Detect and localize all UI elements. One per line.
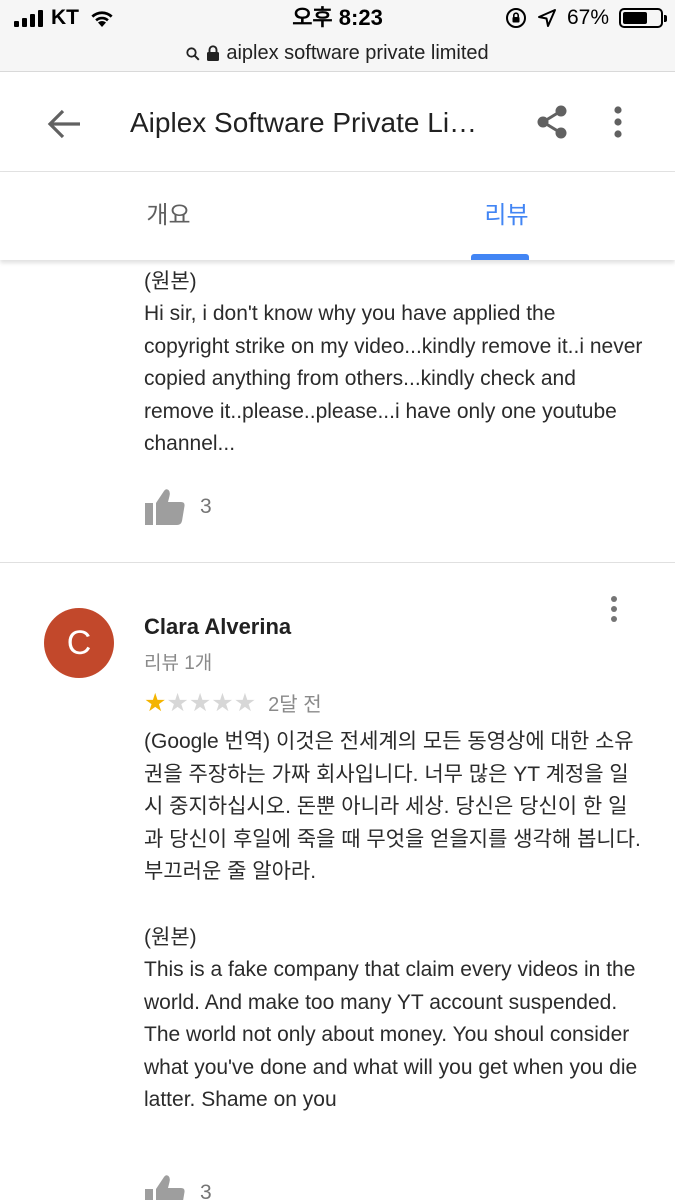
- lock-icon: [207, 45, 220, 61]
- thumbs-up-icon[interactable]: [144, 1174, 186, 1200]
- review-original-text: This is a fake company that claim every …: [144, 958, 638, 1111]
- star-empty-icon: ★: [233, 688, 257, 717]
- star-empty-icon: ★: [166, 688, 189, 717]
- star-empty-icon: ★: [211, 688, 234, 717]
- avatar[interactable]: C: [44, 608, 114, 678]
- reviewer-review-count: 리뷰 1개: [144, 653, 213, 674]
- like-count: 3: [200, 1181, 212, 1200]
- url-bar[interactable]: aiplex software private limited: [0, 36, 675, 72]
- reviews-list[interactable]: (원본) Hi sir, i don't know why you have a…: [0, 260, 675, 1200]
- like-row: 3: [144, 1174, 212, 1200]
- star-empty-icon: ★: [188, 688, 212, 717]
- like-row: 3: [144, 488, 212, 526]
- active-tab-indicator: [471, 254, 529, 260]
- share-icon[interactable]: [532, 102, 572, 142]
- like-count: 3: [200, 495, 212, 518]
- thumbs-up-icon[interactable]: [144, 488, 186, 526]
- review-translated-text: (Google 번역) 이것은 전세계의 모든 동영상에 대한 소유권을 주장하…: [144, 730, 641, 883]
- review-divider: [0, 562, 675, 563]
- location-arrow-icon: [537, 9, 556, 27]
- tab-overview[interactable]: 개요: [0, 172, 337, 260]
- star-rating: ★★★★★ 2달 전: [144, 688, 322, 717]
- status-bar: KT 오후 8:23 67%: [0, 0, 675, 36]
- orientation-lock-icon: [505, 8, 526, 28]
- battery-icon: [619, 8, 667, 28]
- original-label: (원본): [144, 926, 197, 949]
- reviewer-name[interactable]: Clara Alverina: [144, 614, 291, 640]
- app-header: Aiplex Software Private Limited: [0, 72, 675, 172]
- page-title: Aiplex Software Private Limited: [130, 107, 500, 138]
- url-text: aiplex software private limited: [226, 42, 489, 64]
- search-icon: [186, 46, 200, 61]
- original-label: (원본): [144, 270, 197, 293]
- review-original-text: Hi sir, i don't know why you have applie…: [144, 302, 643, 455]
- battery-percent: 67%: [566, 6, 609, 29]
- back-arrow-icon[interactable]: [44, 104, 84, 144]
- tab-bar: 개요 리뷰: [0, 172, 675, 260]
- review-more-icon[interactable]: [602, 594, 626, 628]
- more-vert-icon[interactable]: [604, 102, 632, 142]
- battery-level: [623, 12, 648, 24]
- tab-reviews[interactable]: 리뷰: [338, 172, 675, 260]
- rating-stars: ★★★★★: [144, 690, 256, 716]
- star-filled-icon: ★: [144, 688, 167, 717]
- review-date: 2달 전: [268, 694, 322, 716]
